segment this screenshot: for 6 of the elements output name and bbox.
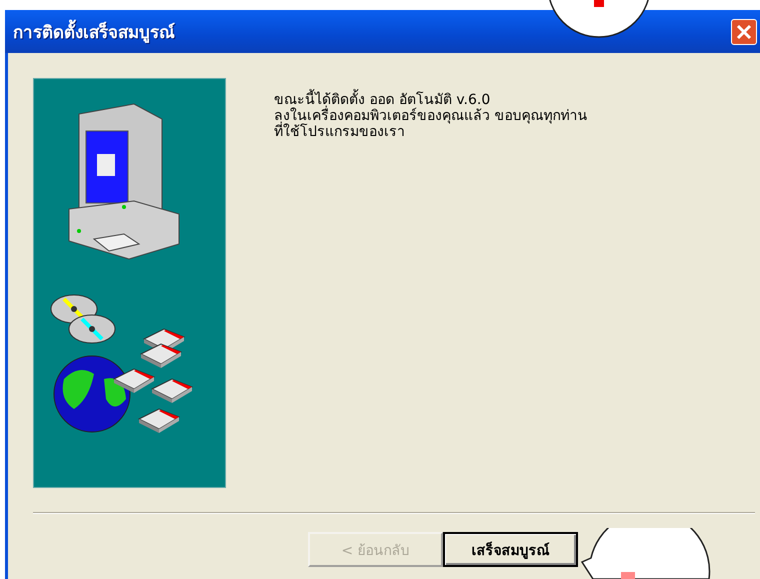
cd-icon [68, 314, 116, 344]
close-icon [736, 24, 752, 40]
close-button[interactable] [731, 18, 757, 44]
window-title: การติดตั้งเสร็จสมบูรณ์ [13, 18, 175, 45]
globe-icon [54, 356, 130, 432]
finish-button[interactable]: เสร็จสมบูรณ์ [443, 532, 578, 567]
